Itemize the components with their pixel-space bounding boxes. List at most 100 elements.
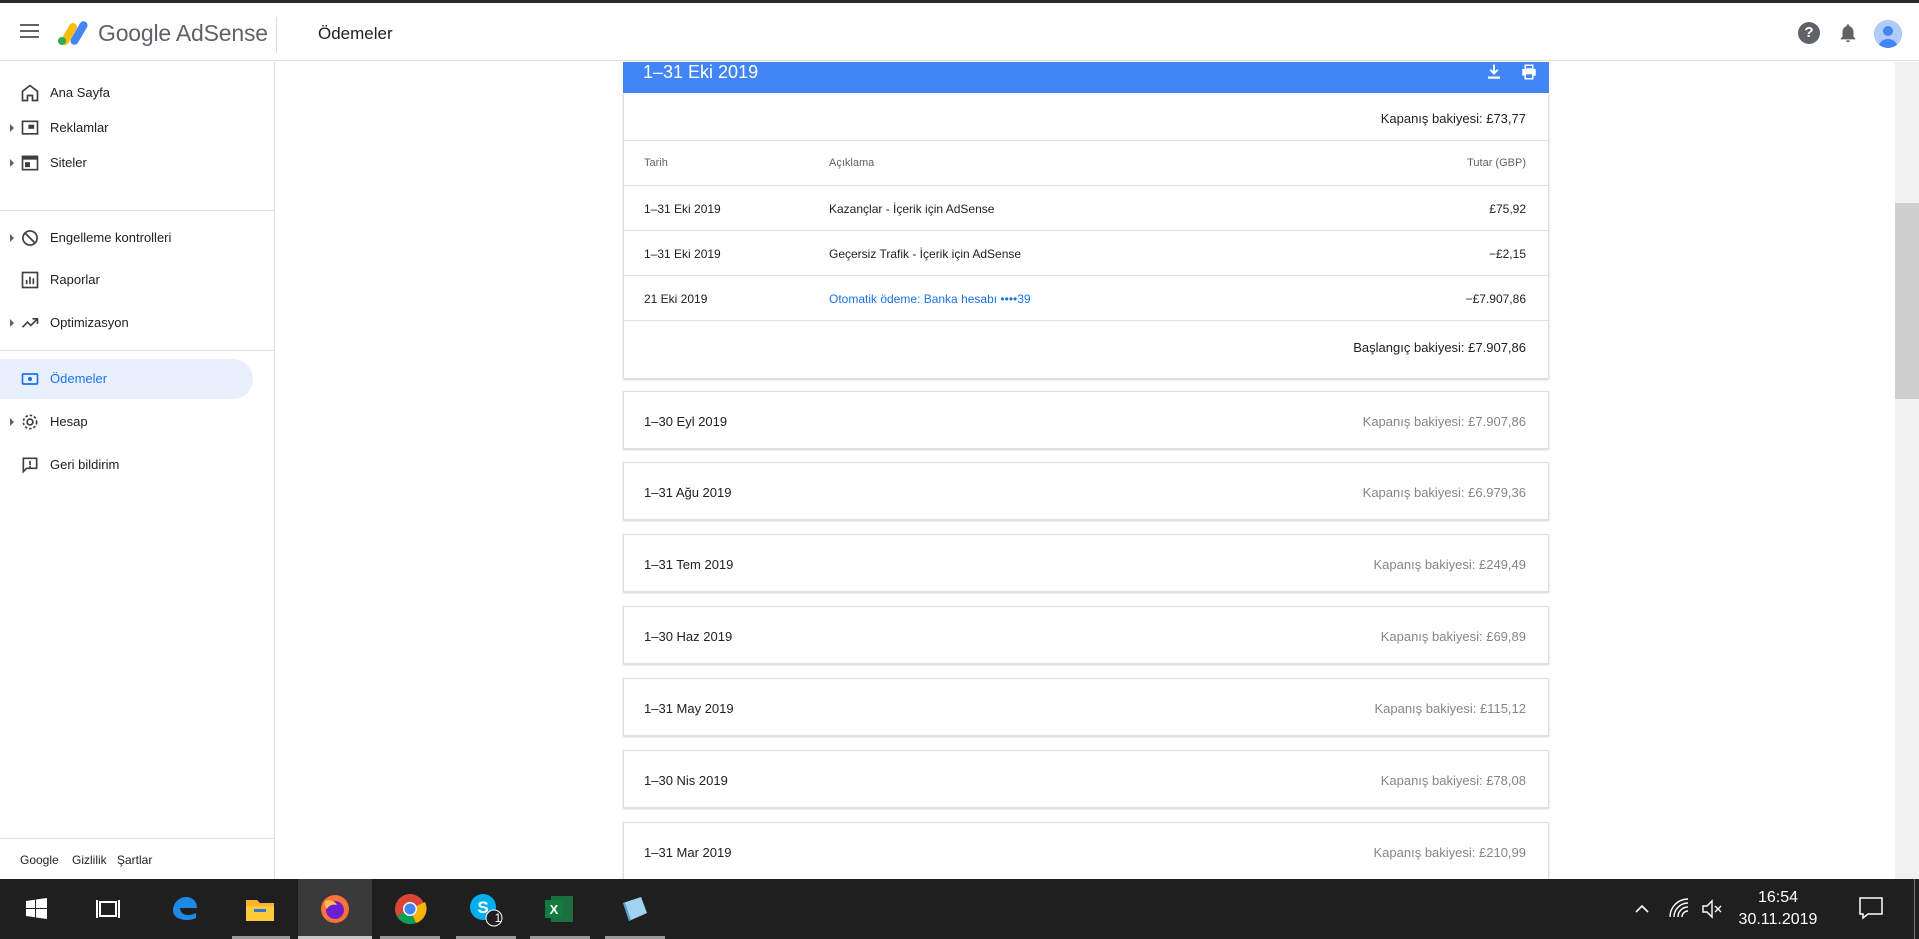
- sidebar-item-optimization[interactable]: Optimizasyon: [0, 303, 253, 343]
- month-row-sep[interactable]: 1–30 Eyl 2019 Kapanış bakiyesi: £7.907,8…: [623, 391, 1549, 449]
- closing-balance: Kapanış bakiyesi: £73,77: [1380, 111, 1526, 126]
- month-closing-balance: Kapanış bakiyesi: £210,99: [1373, 845, 1527, 860]
- table-header-row: Tarih Açıklama Tutar (GBP): [624, 141, 1548, 186]
- sidebar-item-payments[interactable]: Ödemeler: [0, 359, 253, 399]
- chrome-icon[interactable]: [392, 891, 428, 927]
- expand-arrow-icon: [10, 418, 14, 426]
- sidebar-item-label: Ana Sayfa: [50, 85, 110, 100]
- row-date: 21 Eki 2019: [644, 292, 708, 306]
- windows-taskbar: S 1 X 16:54 30.11.2019: [0, 879, 1919, 939]
- month-row-mar[interactable]: 1–31 Mar 2019 Kapanış bakiyesi: £210,99: [623, 822, 1549, 879]
- show-desktop-button[interactable]: [1914, 879, 1915, 939]
- month-period: 1–31 Ağu 2019: [644, 485, 732, 500]
- svg-text:X: X: [550, 902, 559, 917]
- sidebar-item-label: Raporlar: [50, 272, 100, 287]
- month-row-aug[interactable]: 1–31 Ağu 2019 Kapanış bakiyesi: £6.979,3…: [623, 462, 1549, 520]
- column-header-description: Açıklama: [829, 157, 875, 169]
- menu-icon[interactable]: [20, 24, 39, 40]
- month-row-jun[interactable]: 1–30 Haz 2019 Kapanış bakiyesi: £69,89: [623, 606, 1549, 664]
- print-icon[interactable]: [1520, 63, 1538, 81]
- month-row-jul[interactable]: 1–31 Tem 2019 Kapanış bakiyesi: £249,49: [623, 534, 1549, 592]
- sidebar-item-label: Geri bildirim: [50, 457, 120, 472]
- payment-link[interactable]: Otomatik ödeme: Banka hesabı ••••39: [829, 292, 1031, 306]
- clock-time: 16:54: [1757, 889, 1799, 906]
- sidebar-divider: [0, 210, 275, 211]
- row-date: 1–31 Eki 2019: [644, 202, 721, 216]
- trending-icon: [21, 318, 39, 328]
- adsense-logo: [58, 21, 88, 45]
- month-closing-balance: Kapanış bakiyesi: £6.979,36: [1362, 485, 1526, 500]
- system-clock[interactable]: 16:54 30.11.2019: [1733, 887, 1823, 931]
- bell-icon[interactable]: [1837, 22, 1859, 44]
- month-row-apr[interactable]: 1–30 Nis 2019 Kapanış bakiyesi: £78,08: [623, 750, 1549, 808]
- excel-icon[interactable]: X: [541, 891, 577, 927]
- download-icon[interactable]: [1485, 63, 1503, 81]
- month-period: 1–31 May 2019: [644, 701, 734, 716]
- payments-icon: [21, 373, 39, 385]
- table-row: 1–31 Eki 2019 Kazançlar - İçerik için Ad…: [624, 186, 1548, 231]
- scrollbar-track[interactable]: [1895, 62, 1919, 879]
- task-view-icon[interactable]: [90, 891, 126, 927]
- statement-header: 1–31 Eki 2019: [623, 62, 1549, 93]
- expand-arrow-icon: [10, 319, 14, 327]
- month-row-may[interactable]: 1–31 May 2019 Kapanış bakiyesi: £115,12: [623, 678, 1549, 736]
- month-closing-balance: Kapanış bakiyesi: £69,89: [1380, 629, 1526, 644]
- help-icon[interactable]: ?: [1798, 22, 1820, 44]
- home-icon: [21, 84, 39, 102]
- month-closing-balance: Kapanış bakiyesi: £249,49: [1373, 557, 1527, 572]
- sidebar-item-label: Ödemeler: [50, 371, 108, 386]
- chevron-up-icon[interactable]: [1630, 897, 1654, 921]
- expand-arrow-icon: [10, 159, 14, 167]
- brand-name: Google AdSense: [98, 20, 268, 46]
- sidebar-item-ads[interactable]: Reklamlar: [0, 108, 253, 148]
- windows-start-icon[interactable]: [18, 891, 54, 927]
- sidebar-item-label: Optimizasyon: [50, 315, 129, 330]
- avatar[interactable]: [1874, 20, 1902, 48]
- column-header-amount: Tutar (GBP): [1467, 157, 1526, 169]
- wifi-icon[interactable]: [1667, 897, 1691, 921]
- table-row: 1–31 Eki 2019 Geçersiz Trafik - İçerik i…: [624, 231, 1548, 276]
- notepad-icon[interactable]: [617, 891, 653, 927]
- row-amount: £75,92: [1489, 202, 1526, 216]
- sidebar-item-blocking-controls[interactable]: Engelleme kontrolleri: [0, 218, 253, 258]
- skype-notification-badge[interactable]: 1: [491, 911, 505, 925]
- ads-icon: [21, 120, 39, 135]
- app-header: Google AdSense Ödemeler ?: [0, 3, 1919, 61]
- feedback-icon: [22, 457, 38, 474]
- sidebar-item-label: Reklamlar: [50, 120, 109, 135]
- sidebar-footer: Google Gizlilik Şartlar: [0, 838, 275, 879]
- table-row: 21 Eki 2019 Otomatik ödeme: Banka hesabı…: [624, 276, 1548, 321]
- row-amount: −£7.907,86: [1465, 292, 1526, 306]
- firefox-icon[interactable]: [317, 891, 353, 927]
- opening-balance: Başlangıç bakiyesi: £7.907,86: [1353, 340, 1526, 355]
- footer-terms-link[interactable]: Şartlar: [117, 853, 152, 867]
- sidebar-item-label: Engelleme kontrolleri: [50, 230, 172, 245]
- row-description: Geçersiz Trafik - İçerik için AdSense: [829, 247, 1022, 261]
- sidebar-item-feedback[interactable]: Geri bildirim: [0, 445, 253, 485]
- month-closing-balance: Kapanış bakiyesi: £7.907,86: [1362, 414, 1526, 429]
- footer-google-link[interactable]: Google: [20, 853, 59, 867]
- expand-arrow-icon: [10, 124, 14, 132]
- scrollbar-thumb[interactable]: [1895, 203, 1919, 399]
- notification-center-icon[interactable]: [1858, 896, 1884, 920]
- month-period: 1–31 Tem 2019: [644, 557, 734, 572]
- file-explorer-icon[interactable]: [242, 891, 278, 927]
- footer-privacy-link[interactable]: Gizlilik: [72, 853, 107, 867]
- sidebar-item-account[interactable]: Hesap: [0, 402, 253, 442]
- sidebar-item-reports[interactable]: Raporlar: [0, 260, 253, 300]
- column-header-date: Tarih: [644, 157, 668, 169]
- statement-detail-card: Kapanış bakiyesi: £73,77 Tarih Açıklama …: [623, 93, 1549, 379]
- row-amount: −£2,15: [1488, 247, 1526, 261]
- sidebar: Ana Sayfa Reklamlar Siteler Engelleme ko…: [0, 62, 275, 879]
- block-icon: [22, 230, 38, 246]
- sidebar-item-label: Hesap: [50, 414, 88, 429]
- page-title: Ödemeler: [318, 24, 393, 43]
- sites-icon: [21, 155, 39, 171]
- header-divider: [276, 17, 277, 53]
- month-closing-balance: Kapanış bakiyesi: £115,12: [1374, 701, 1526, 716]
- sidebar-item-home[interactable]: Ana Sayfa: [0, 73, 253, 113]
- month-period: 1–30 Haz 2019: [644, 629, 733, 644]
- volume-muted-icon[interactable]: [1700, 897, 1724, 921]
- sidebar-item-sites[interactable]: Siteler: [0, 143, 253, 183]
- edge-icon[interactable]: [167, 891, 203, 927]
